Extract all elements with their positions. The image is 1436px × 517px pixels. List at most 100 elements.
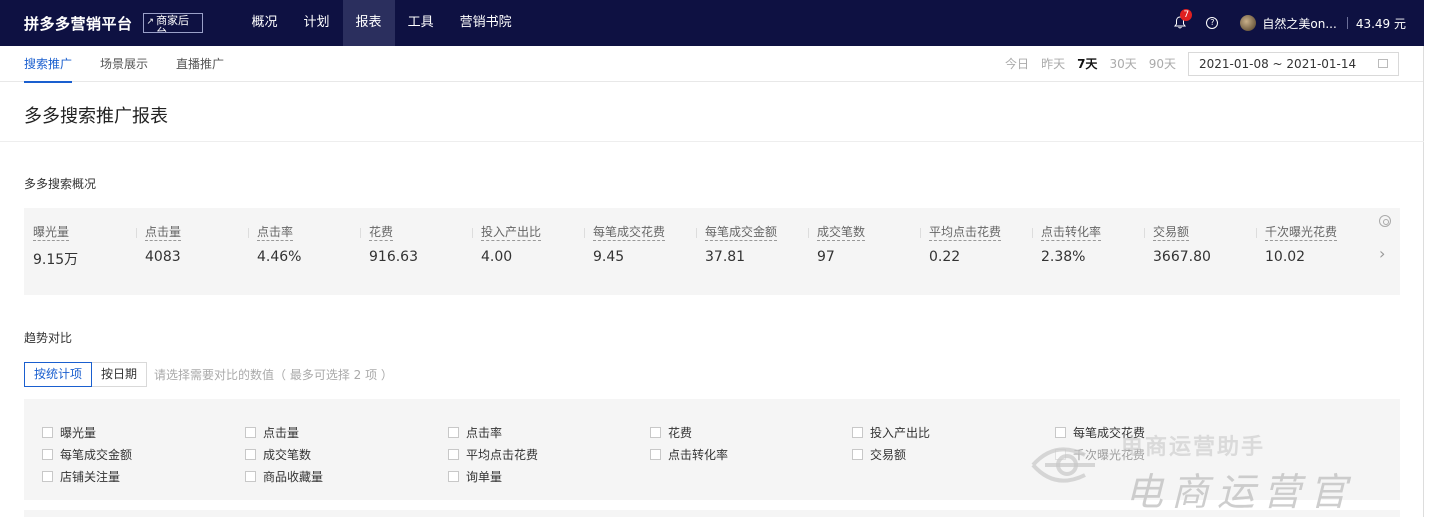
checkbox-box [1055,449,1066,460]
divider [1032,228,1033,238]
checkbox-click-conversion[interactable]: 点击转化率 [650,446,728,463]
checkbox-inquiries[interactable]: 询单量 [448,468,502,485]
platform-logo[interactable]: 拼多多营销平台 [24,13,133,34]
date-range-value: 2021-01-08 ~ 2021-01-14 [1199,56,1357,71]
metric-value: 4083 [145,249,181,265]
account-balance: 43.49 元 [1355,16,1406,31]
top-nav-bar: 拼多多营销平台 ↗ 商家后台 概况 计划 报表 工具 营销书院 7 ? 自然之美… [0,0,1424,46]
metric-value: 97 [817,249,835,265]
trend-hint: 请选择需要对比的数值（ 最多可选择 2 项 ） [154,368,393,382]
checkbox-label: 曝光量 [60,426,97,440]
date-range-selector: 今日 昨天 7天 30天 90天 2021-01-08 ~ 2021-01-14 [993,51,1424,76]
metric-value: 10.02 [1265,249,1306,265]
divider [248,228,249,238]
checkbox-box [650,449,661,460]
sub-nav-bar: 搜索推广 场景展示 直播推广 今日 昨天 7天 30天 90天 2021-01-… [0,46,1424,83]
checkbox-label: 每笔成交花费 [1073,426,1146,440]
page-scrollbar[interactable] [1423,46,1424,517]
notification-bell-icon[interactable]: 7 [1174,9,1193,30]
checkbox-label: 平均点击花费 [466,448,539,462]
checkbox-box [42,471,53,482]
nav-tools[interactable]: 工具 [395,0,447,46]
chevron-right-icon[interactable]: › [1379,244,1385,263]
checkbox-clicks[interactable]: 点击量 [245,424,299,441]
checkbox-cost[interactable]: 花费 [650,424,692,441]
checkbox-box [245,471,256,482]
metric-value: 9.15万 [33,252,79,268]
range-30d[interactable]: 30天 [1109,55,1136,72]
metric-label: 点击率 [257,225,294,241]
date-range-input[interactable]: 2021-01-08 ~ 2021-01-14 [1188,51,1399,76]
checkbox-impressions[interactable]: 曝光量 [42,424,96,441]
metric-value: 3667.80 [1153,249,1211,265]
divider [472,228,473,238]
metric-value: 37.81 [705,249,746,265]
divider [920,228,921,238]
divider [1256,228,1257,238]
nav-academy[interactable]: 营销书院 [447,0,525,46]
metric-label: 曝光量 [33,225,70,241]
checkbox-label: 成交笔数 [263,448,312,462]
metric-label: 每笔成交金额 [705,225,778,241]
metric-label: 千次曝光花费 [1265,225,1338,241]
metric-value: 4.00 [481,249,513,265]
metric-label: 交易额 [1153,225,1190,241]
checkbox-ctr[interactable]: 点击率 [448,424,502,441]
checkbox-box [42,449,53,460]
checkbox-label: 店铺关注量 [60,470,121,484]
checkbox-cost-per-order[interactable]: 每笔成交花费 [1055,424,1145,441]
tab-by-metric[interactable]: 按统计项 [24,362,93,387]
checkbox-box [245,449,256,460]
metric-label: 成交笔数 [817,225,866,241]
checkbox-roi[interactable]: 投入产出比 [852,424,930,441]
merchant-backend-link[interactable]: ↗ 商家后台 [142,13,203,33]
checkbox-label: 点击转化率 [668,448,729,462]
top-right-area: 7 ? 自然之美on... 43.49 元 [1174,0,1424,46]
checkbox-label: 商品收藏量 [263,470,324,484]
range-today[interactable]: 今日 [1005,55,1029,72]
metric-value: 2.38% [1041,249,1086,265]
checkbox-gmv[interactable]: 交易额 [852,446,906,463]
metric-label: 平均点击花费 [929,225,1002,241]
range-7d[interactable]: 7天 [1077,55,1097,72]
checkbox-amount-per-order[interactable]: 每笔成交金额 [42,446,132,463]
nav-plans[interactable]: 计划 [291,0,343,46]
notification-badge: 7 [1180,9,1193,21]
external-link-icon: ↗ [146,17,155,27]
tab-by-date[interactable]: 按日期 [92,362,148,387]
checkbox-orders[interactable]: 成交笔数 [245,446,311,463]
checkbox-box [852,427,863,438]
metric-label: 每笔成交花费 [593,225,666,241]
overview-section-title: 多多搜索概况 [24,177,97,191]
nav-reports[interactable]: 报表 [342,0,395,46]
checkbox-avg-click-cost[interactable]: 平均点击花费 [448,446,538,463]
checkbox-label: 询单量 [466,470,503,484]
tab-live-promotion[interactable]: 直播推广 [176,46,224,82]
metric-checkbox-panel: 曝光量 点击量 点击率 花费 投入产出比 每笔成交花费 每笔成交金额 成交笔数 … [24,399,1400,500]
metric-value: 0.22 [929,249,961,265]
main-nav: 概况 计划 报表 工具 营销书院 [239,0,525,46]
nav-overview[interactable]: 概况 [239,0,291,46]
avatar[interactable] [1240,15,1257,31]
user-name[interactable]: 自然之美on... [1262,15,1336,32]
trend-tabs: 按统计项 按日期 请选择需要对比的数值（ 最多可选择 2 项 ） [24,362,393,387]
settings-gear-icon[interactable] [1379,215,1391,227]
checkbox-cpm[interactable]: 千次曝光花费 [1055,446,1145,463]
page-title: 多多搜索推广报表 [24,106,168,127]
help-icon[interactable]: ? [1206,17,1219,29]
metric-label: 投入产出比 [481,225,542,241]
tab-scene-display[interactable]: 场景展示 [100,46,148,82]
metric-value: 4.46% [257,249,302,265]
tab-search-promotion[interactable]: 搜索推广 [24,46,73,83]
calendar-icon [1378,59,1388,68]
checkbox-label: 每笔成交金额 [60,448,133,462]
checkbox-shop-follows[interactable]: 店铺关注量 [42,468,120,485]
checkbox-box [448,471,459,482]
checkbox-favorites[interactable]: 商品收藏量 [245,468,323,485]
metric-label: 点击量 [145,225,182,241]
checkbox-label: 千次曝光花费 [1073,448,1146,462]
checkbox-label: 投入产出比 [870,426,931,440]
range-yesterday[interactable]: 昨天 [1041,55,1065,72]
divider [584,228,585,238]
range-90d[interactable]: 90天 [1149,55,1176,72]
